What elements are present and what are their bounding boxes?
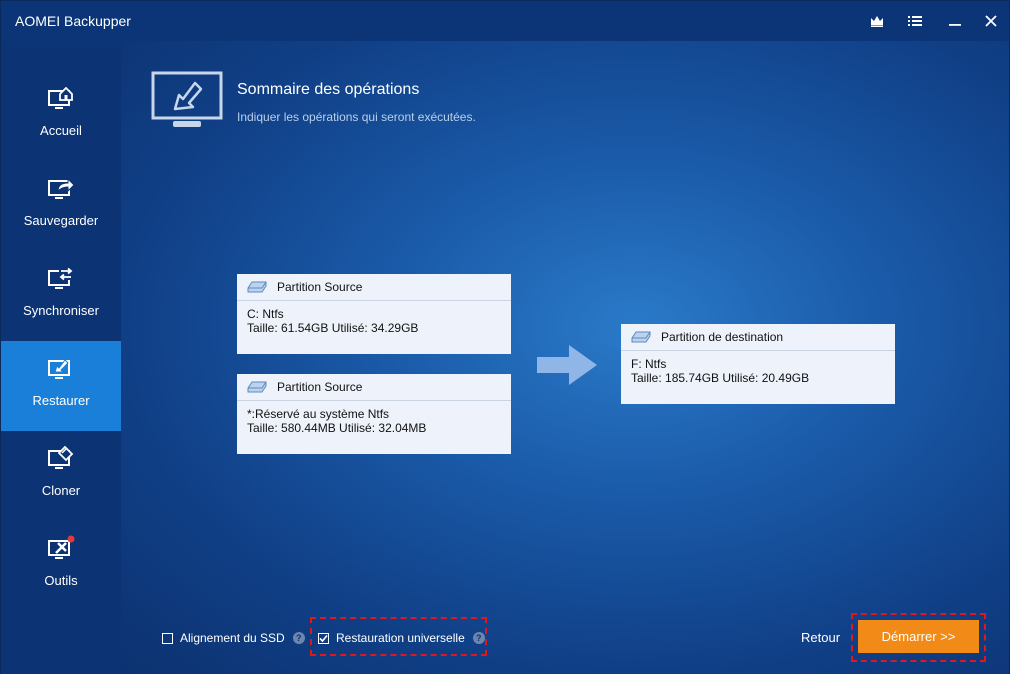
sidebar-item-outils[interactable]: Outils bbox=[1, 521, 121, 611]
ssd-alignment-label[interactable]: Alignement du SSD bbox=[180, 631, 285, 645]
page-subtitle: Indiquer les opérations qui seront exécu… bbox=[237, 110, 476, 124]
universal-restore-checkbox[interactable] bbox=[318, 632, 329, 644]
clone-monitor-icon bbox=[48, 445, 74, 469]
sidebar-item-cloner[interactable]: Cloner bbox=[1, 431, 121, 521]
close-icon[interactable] bbox=[979, 9, 1003, 33]
card-heading: Partition Source bbox=[277, 280, 363, 294]
title-bar: AOMEI Backupper bbox=[1, 1, 1009, 41]
app-title: AOMEI Backupper bbox=[15, 13, 131, 29]
start-button[interactable]: Démarrer >> bbox=[858, 620, 979, 653]
sidebar-item-label: Accueil bbox=[40, 123, 82, 138]
universal-restore-label[interactable]: Restauration universelle bbox=[336, 631, 465, 645]
card-heading: Partition Source bbox=[277, 380, 363, 394]
sidebar-item-restaurer[interactable]: Restaurer bbox=[1, 341, 121, 431]
tools-monitor-icon bbox=[48, 535, 75, 559]
partition-size: Taille: 185.74GB Utilisé: 20.49GB bbox=[631, 371, 810, 385]
sidebar-item-label: Restaurer bbox=[32, 393, 90, 408]
partition-size: Taille: 580.44MB Utilisé: 32.04MB bbox=[247, 421, 427, 435]
card-heading: Partition de destination bbox=[661, 330, 784, 344]
page-title: Sommaire des opérations bbox=[237, 81, 420, 98]
help-icon[interactable]: ? bbox=[472, 632, 485, 644]
partition-name: C: Ntfs bbox=[247, 307, 284, 321]
disk-icon bbox=[247, 281, 267, 293]
disk-icon bbox=[631, 331, 651, 343]
help-icon[interactable]: ? bbox=[292, 632, 305, 644]
sidebar-item-label: Synchroniser bbox=[23, 303, 99, 318]
card-header: Partition Source bbox=[237, 374, 511, 401]
sync-monitor-icon bbox=[48, 267, 73, 289]
minimize-icon[interactable] bbox=[943, 9, 967, 33]
disk-icon bbox=[247, 381, 267, 393]
sidebar-item-synchroniser[interactable]: Synchroniser bbox=[1, 251, 121, 341]
sidebar-item-label: Cloner bbox=[41, 483, 81, 498]
back-button[interactable]: Retour bbox=[801, 630, 840, 645]
summary-monitor-icon bbox=[151, 71, 223, 127]
menu-icon[interactable] bbox=[903, 9, 927, 33]
arrow-right-icon bbox=[537, 345, 597, 385]
ssd-alignment-checkbox[interactable] bbox=[162, 632, 173, 644]
app-window: AOMEI Backupper Accueil Sauvegarder Sync… bbox=[0, 0, 1010, 674]
sidebar-item-label: Sauvegarder bbox=[23, 213, 99, 228]
ssd-alignment-option: Alignement du SSD ? bbox=[162, 631, 305, 645]
sidebar-item-label: Outils bbox=[44, 573, 78, 588]
partition-name: F: Ntfs bbox=[631, 357, 667, 371]
checkmark-icon bbox=[319, 634, 328, 642]
partition-size: Taille: 61.54GB Utilisé: 34.29GB bbox=[247, 321, 419, 335]
sidebar-item-sauvegarder[interactable]: Sauvegarder bbox=[1, 161, 121, 251]
backup-monitor-icon bbox=[48, 177, 75, 199]
source-partition-card: Partition Source *:Réservé au système Nt… bbox=[237, 374, 511, 454]
crown-icon[interactable] bbox=[865, 9, 889, 33]
restore-monitor-icon bbox=[48, 359, 70, 379]
destination-partition-card: Partition de destination F: Ntfs Taille:… bbox=[621, 324, 895, 404]
card-header: Partition Source bbox=[237, 274, 511, 301]
partition-name: *:Réservé au système Ntfs bbox=[247, 407, 390, 421]
notification-badge bbox=[67, 535, 75, 543]
card-header: Partition de destination bbox=[621, 324, 895, 351]
main-panel: Sommaire des opérations Indiquer les opé… bbox=[121, 41, 1009, 674]
home-monitor-icon bbox=[48, 86, 73, 109]
sidebar-item-accueil[interactable]: Accueil bbox=[1, 71, 121, 161]
sidebar: Accueil Sauvegarder Synchroniser Restaur… bbox=[1, 41, 121, 674]
source-partition-card: Partition Source C: Ntfs Taille: 61.54GB… bbox=[237, 274, 511, 354]
universal-restore-option: Restauration universelle ? bbox=[318, 631, 485, 645]
